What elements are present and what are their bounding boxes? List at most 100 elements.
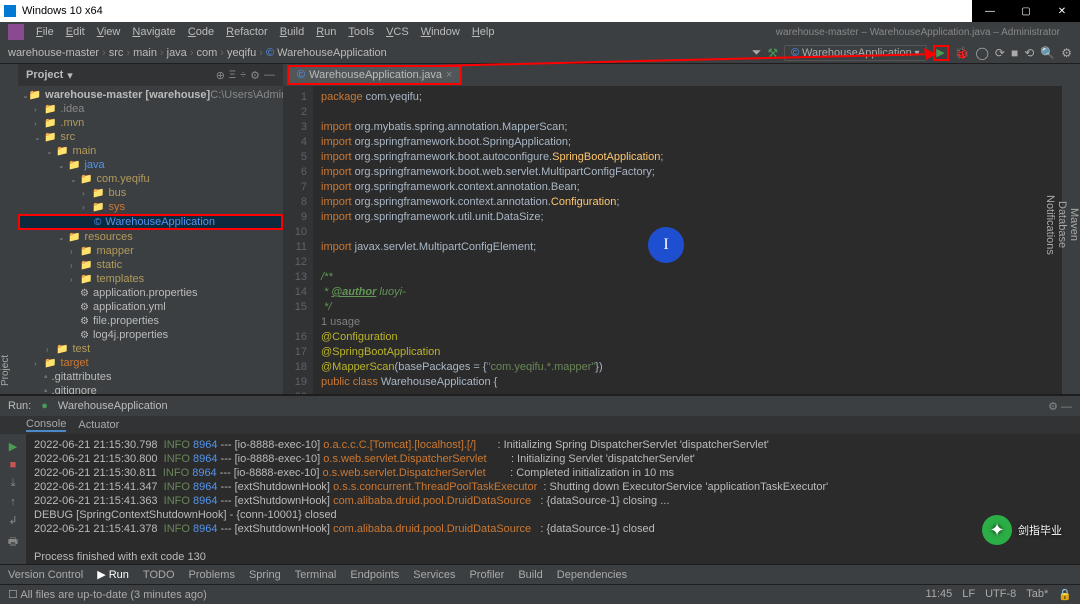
project-tree[interactable]: ⌄📁warehouse-master [warehouse] C:\Users\… (18, 86, 283, 394)
tab-warehouse-application[interactable]: © WarehouseApplication.java × (287, 65, 462, 85)
stop-icon[interactable]: ■ (10, 459, 17, 471)
tree-item[interactable]: ⌄📁java (18, 158, 283, 172)
tree-item[interactable]: ◦.gitattributes (18, 370, 283, 384)
tree-item[interactable]: ›📁bus (18, 186, 283, 200)
line-gutter: 123456789101112131415161718192021 (283, 86, 313, 394)
tree-item[interactable]: ⚙application.yml (18, 300, 283, 314)
user-icon[interactable]: ⏷ (752, 45, 762, 60)
debug-icon[interactable]: 🐞 (955, 46, 970, 60)
tree-item[interactable]: ›📁templates (18, 272, 283, 286)
tab-console[interactable]: Console (26, 418, 66, 432)
print-icon[interactable]: 🖶 (8, 533, 18, 552)
menu-build[interactable]: Build (280, 26, 304, 38)
menu-view[interactable]: View (97, 26, 121, 38)
exit-icon[interactable]: ⤓ (11, 477, 16, 490)
run-config-selector[interactable]: © WarehouseApplication ▾ (784, 45, 926, 61)
bottom-tool-tabs: Version Control ▶ Run TODO Problems Spring Te… (0, 564, 1080, 584)
search-icon[interactable]: 🔍 (1040, 46, 1055, 60)
collapse-icon[interactable]: Ξ (229, 69, 236, 82)
tree-item[interactable]: ›📁sys (18, 200, 283, 214)
breadcrumb[interactable]: warehouse-master›src›main›java›com›yeqif… (8, 47, 387, 59)
bottom-tab-profiler[interactable]: Profiler (469, 569, 504, 581)
run-toolbar: ▶ ■ ⤓ ↑ ↲ 🖶 (0, 434, 26, 564)
windows-logo-icon (4, 5, 16, 17)
wrap-icon[interactable]: ↲ (8, 514, 17, 527)
wechat-icon: ✦ (982, 515, 1012, 545)
maximize-button[interactable]: ▢ (1008, 0, 1044, 22)
tree-item[interactable]: ›📁static (18, 258, 283, 272)
console-output[interactable]: 2022-06-21 21:15:30.798 INFO 8964 --- [i… (26, 434, 1080, 564)
tree-item[interactable]: ›📁.idea (18, 102, 283, 116)
close-button[interactable]: ✕ (1044, 0, 1080, 22)
bottom-tab-dependencies[interactable]: Dependencies (557, 569, 627, 581)
run-label: Run: (8, 400, 31, 412)
run-tool-tabs: Console Actuator (0, 416, 1080, 434)
menu-vcs[interactable]: VCS (386, 26, 409, 38)
tree-item[interactable]: ›📁mapper (18, 244, 283, 258)
menu-help[interactable]: Help (472, 26, 495, 38)
bottom-tab-problems[interactable]: Problems (189, 569, 235, 581)
toolbar: warehouse-master›src›main›java›com›yeqif… (0, 42, 1080, 64)
settings-icon[interactable]: ⚙ (1061, 46, 1072, 60)
right-gutter[interactable]: MavenDatabaseNotifications (1062, 64, 1080, 394)
menu-navigate[interactable]: Navigate (132, 26, 175, 38)
tree-item[interactable]: ⚙file.properties (18, 314, 283, 328)
hammer-icon[interactable]: ⚒ (767, 46, 778, 60)
line-sep[interactable]: LF (962, 588, 975, 601)
run-button[interactable]: ▶ (933, 45, 949, 61)
tree-item[interactable]: ⌄📁com.yeqifu (18, 172, 283, 186)
tree-item[interactable]: ⌄📁src (18, 130, 283, 144)
bottom-tab-version-control[interactable]: Version Control (8, 569, 83, 581)
menu-run[interactable]: Run (316, 26, 336, 38)
menu-refactor[interactable]: Refactor (226, 26, 268, 38)
bottom-tab-endpoints[interactable]: Endpoints (350, 569, 399, 581)
tree-item[interactable]: ›📁target (18, 356, 283, 370)
tree-item[interactable]: ©WarehouseApplication (18, 214, 283, 230)
run-tab-icon: ● (41, 400, 48, 412)
tree-item[interactable]: ⌄📁main (18, 144, 283, 158)
expand-icon[interactable]: ÷ (240, 69, 246, 82)
menubar: File Edit View Navigate Code Refactor Build Run… (0, 22, 1080, 42)
bottom-tab-services[interactable]: Services (413, 569, 455, 581)
minimize-button[interactable]: — (972, 0, 1008, 22)
tree-item[interactable]: ›📁test (18, 342, 283, 356)
profile-icon[interactable]: ⟳ (995, 46, 1005, 60)
up-icon[interactable]: ↑ (10, 496, 16, 508)
hide-icon[interactable]: — (264, 69, 275, 82)
gear-icon[interactable]: ⚙ — (1048, 400, 1072, 413)
code-body[interactable]: package com.yeqifu; import org.mybatis.s… (313, 86, 1062, 394)
menu-edit[interactable]: Edit (66, 26, 85, 38)
menu-window[interactable]: Window (421, 26, 460, 38)
gear-icon[interactable]: ⚙ (250, 69, 260, 82)
target-icon[interactable]: ⊕ (216, 69, 225, 82)
tree-item[interactable]: ›📁.mvn (18, 116, 283, 130)
tree-item[interactable]: ◦.gitignore (18, 384, 283, 394)
left-gutter[interactable]: Project (0, 64, 18, 394)
indent[interactable]: Tab* (1026, 588, 1048, 601)
project-header[interactable]: Project ▾ ⊕ Ξ ÷ ⚙ — (18, 64, 283, 86)
cursor-annotation: I (648, 227, 684, 263)
status-message: ☐ All files are up-to-date (3 minutes ag… (8, 588, 207, 601)
tree-item[interactable]: ⚙application.properties (18, 286, 283, 300)
ide-logo-icon (8, 24, 24, 40)
bottom-tab-terminal[interactable]: Terminal (295, 569, 337, 581)
bottom-tab-build[interactable]: Build (518, 569, 542, 581)
encoding[interactable]: UTF-8 (985, 588, 1016, 601)
tree-item[interactable]: ⌄📁resources (18, 230, 283, 244)
close-tab-icon[interactable]: × (446, 69, 452, 81)
bottom-tab-run[interactable]: ▶ Run (97, 568, 129, 581)
stop-icon[interactable]: ■ (1011, 46, 1018, 60)
tree-item[interactable]: ⚙log4j.properties (18, 328, 283, 342)
rerun-icon[interactable]: ▶ (9, 440, 17, 453)
menu-tools[interactable]: Tools (348, 26, 374, 38)
right-tab-maven[interactable]: Maven (1068, 72, 1080, 378)
menu-file[interactable]: File (36, 26, 54, 38)
update-icon[interactable]: ⟲ (1024, 46, 1034, 60)
tab-actuator[interactable]: Actuator (78, 419, 119, 431)
bottom-tab-todo[interactable]: TODO (143, 569, 175, 581)
os-title: Windows 10 x64 (22, 5, 103, 17)
menu-code[interactable]: Code (188, 26, 214, 38)
bottom-tab-spring[interactable]: Spring (249, 569, 281, 581)
coverage-icon[interactable]: ◯ (975, 46, 988, 60)
lock-icon[interactable]: 🔒 (1058, 588, 1072, 601)
